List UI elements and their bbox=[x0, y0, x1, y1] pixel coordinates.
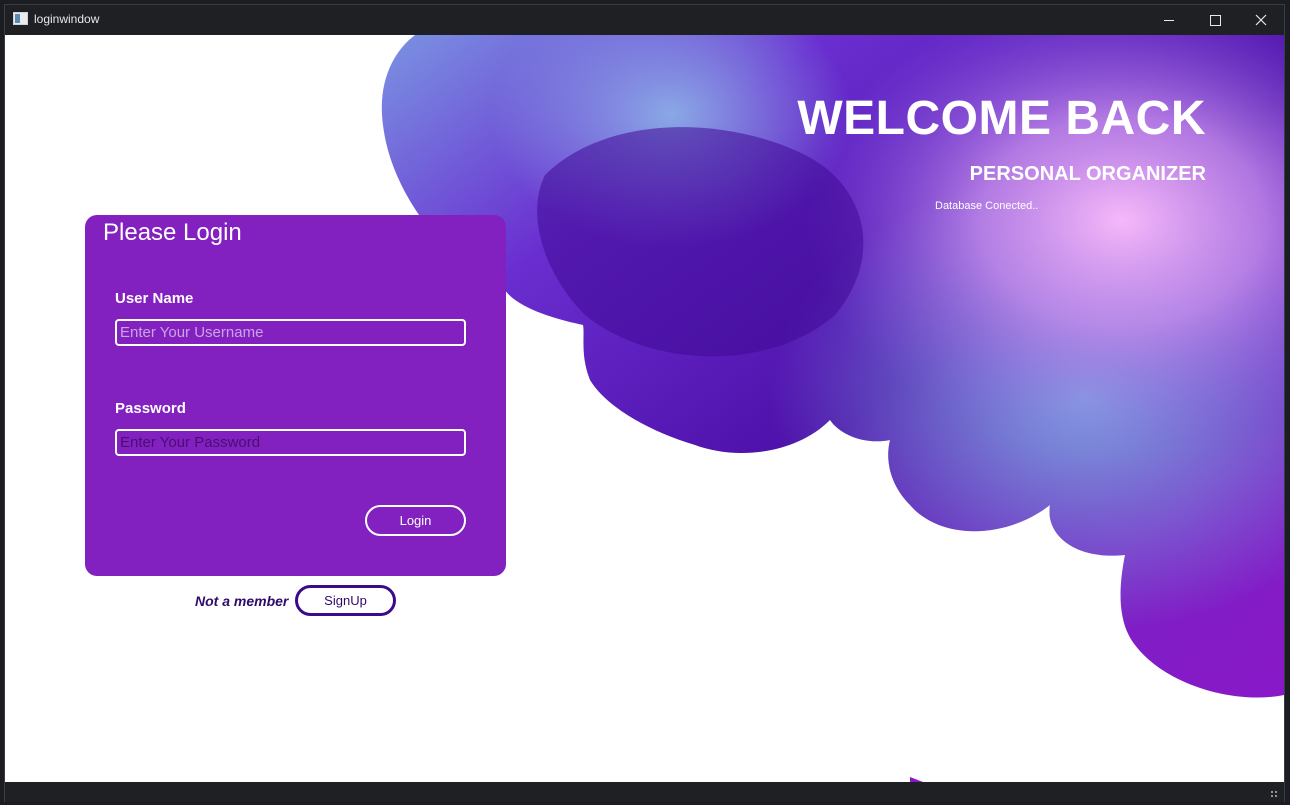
login-card: Please Login User Name Password Login bbox=[85, 215, 506, 576]
not-member-label: Not a member bbox=[195, 593, 289, 609]
app-subtitle: PERSONAL ORGANIZER bbox=[969, 163, 1206, 185]
maximize-icon bbox=[1209, 14, 1221, 26]
password-label: Password bbox=[115, 400, 186, 417]
status-bar bbox=[5, 782, 1284, 802]
password-input[interactable] bbox=[115, 429, 466, 456]
signup-button[interactable]: SignUp bbox=[295, 585, 396, 616]
window-title: loginwindow bbox=[34, 12, 100, 26]
maximize-button[interactable] bbox=[1192, 5, 1238, 35]
username-label: User Name bbox=[115, 290, 194, 307]
close-icon bbox=[1255, 14, 1267, 26]
resize-grip-icon[interactable] bbox=[1270, 790, 1278, 798]
minimize-button[interactable] bbox=[1146, 5, 1192, 35]
database-status: Database Conected.. bbox=[935, 200, 1039, 212]
minimize-icon bbox=[1164, 19, 1174, 21]
login-view: WELCOME BACK PERSONAL ORGANIZER Database… bbox=[5, 35, 1284, 782]
username-input[interactable] bbox=[115, 319, 466, 346]
close-button[interactable] bbox=[1238, 5, 1284, 35]
app-window-icon bbox=[13, 12, 28, 25]
login-window: loginwindow WELCOME BACK PERSONAL ORGANI… bbox=[4, 4, 1285, 802]
login-button[interactable]: Login bbox=[365, 505, 466, 536]
title-bar: loginwindow bbox=[5, 5, 1284, 35]
welcome-heading: WELCOME BACK bbox=[797, 92, 1206, 145]
login-card-title: Please Login bbox=[103, 219, 242, 246]
